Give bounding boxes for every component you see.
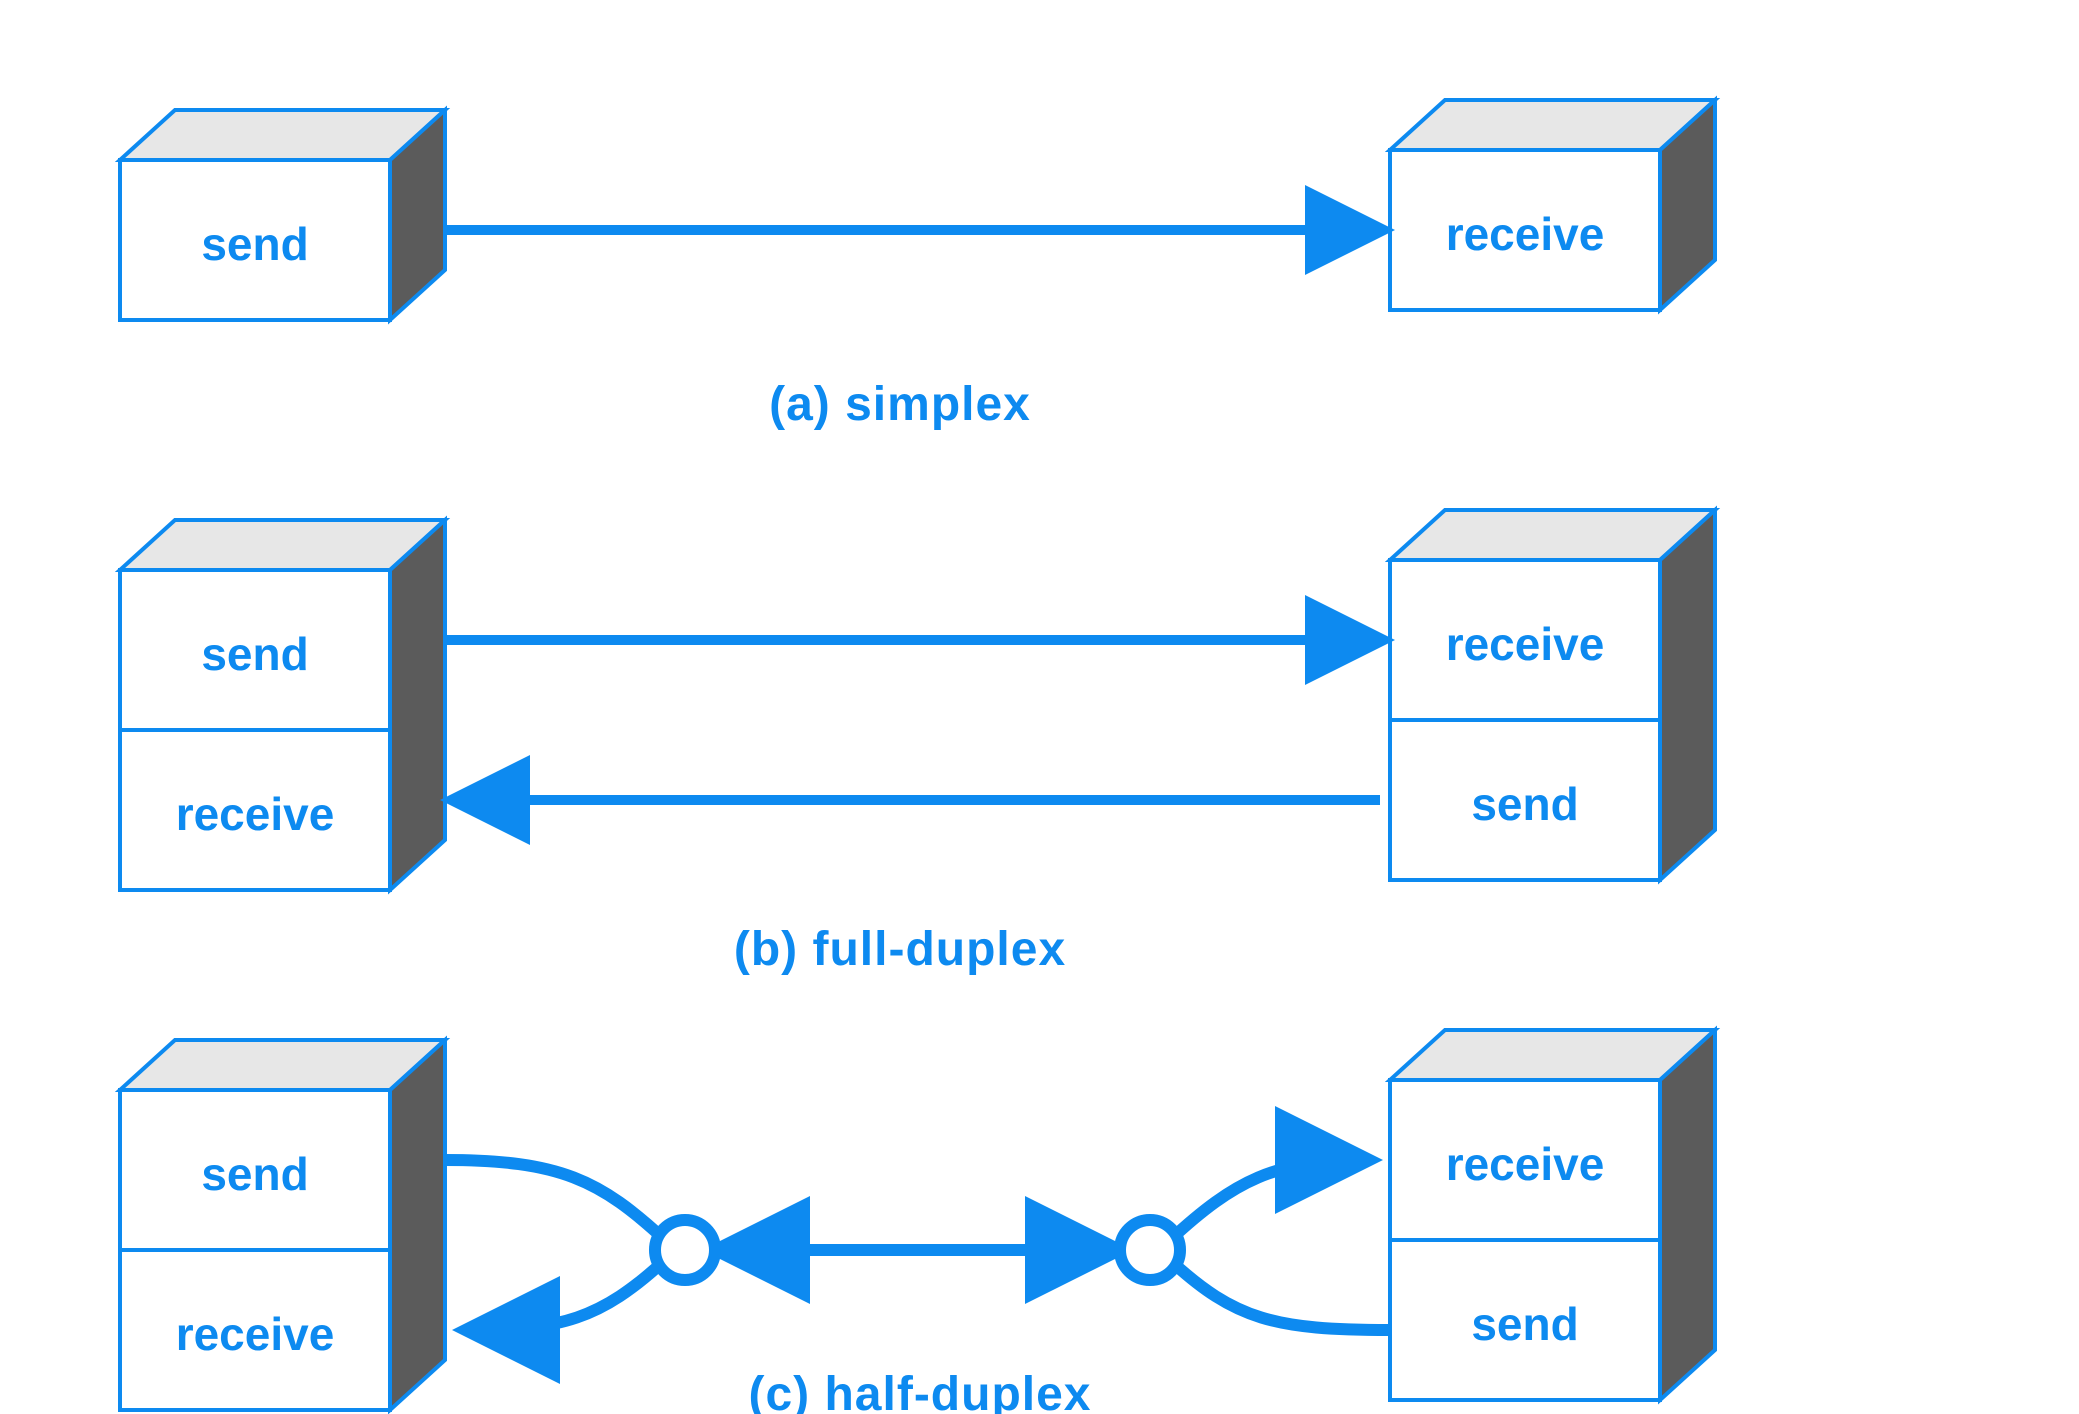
fullduplex-right-block: receive send	[1390, 510, 1715, 880]
halfduplex-caption: (c) half-duplex	[748, 1368, 1091, 1414]
halfduplex-left-node-icon	[655, 1220, 715, 1280]
fullduplex-left-block: send receive	[120, 520, 445, 890]
halfduplex-left-receive-curve	[470, 1260, 665, 1330]
fullduplex-left-top-label: send	[201, 628, 308, 680]
halfduplex-left-block: send receive	[120, 1040, 445, 1410]
simplex-caption: (a) simplex	[769, 378, 1031, 431]
simplex-right-block: receive	[1390, 100, 1715, 310]
halfduplex-left-top-label: send	[201, 1148, 308, 1200]
halfduplex-right-top-label: receive	[1446, 1138, 1605, 1190]
fullduplex-right-bottom-label: send	[1471, 778, 1578, 830]
fullduplex-left-bottom-label: receive	[176, 788, 335, 840]
row-full-duplex: send receive receive send (b) full-duple…	[120, 510, 1715, 976]
simplex-left-block: send	[120, 110, 445, 320]
fullduplex-caption: (b) full-duplex	[734, 923, 1066, 976]
halfduplex-right-block: receive send	[1390, 1030, 1715, 1400]
halfduplex-left-bottom-label: receive	[176, 1308, 335, 1360]
halfduplex-right-bottom-label: send	[1471, 1298, 1578, 1350]
simplex-right-label: receive	[1446, 208, 1605, 260]
halfduplex-right-receive-curve	[1170, 1160, 1365, 1240]
halfduplex-right-send-curve	[1170, 1260, 1390, 1330]
simplex-left-label: send	[201, 218, 308, 270]
fullduplex-right-top-label: receive	[1446, 618, 1605, 670]
halfduplex-right-node-icon	[1120, 1220, 1180, 1280]
row-simplex: send receive (a) simplex	[120, 100, 1715, 431]
halfduplex-left-send-curve	[445, 1160, 665, 1240]
communication-modes-diagram: send receive (a) simplex send receive	[0, 0, 2079, 1414]
row-half-duplex: send receive receive send (c) half-duple…	[120, 1030, 1715, 1414]
